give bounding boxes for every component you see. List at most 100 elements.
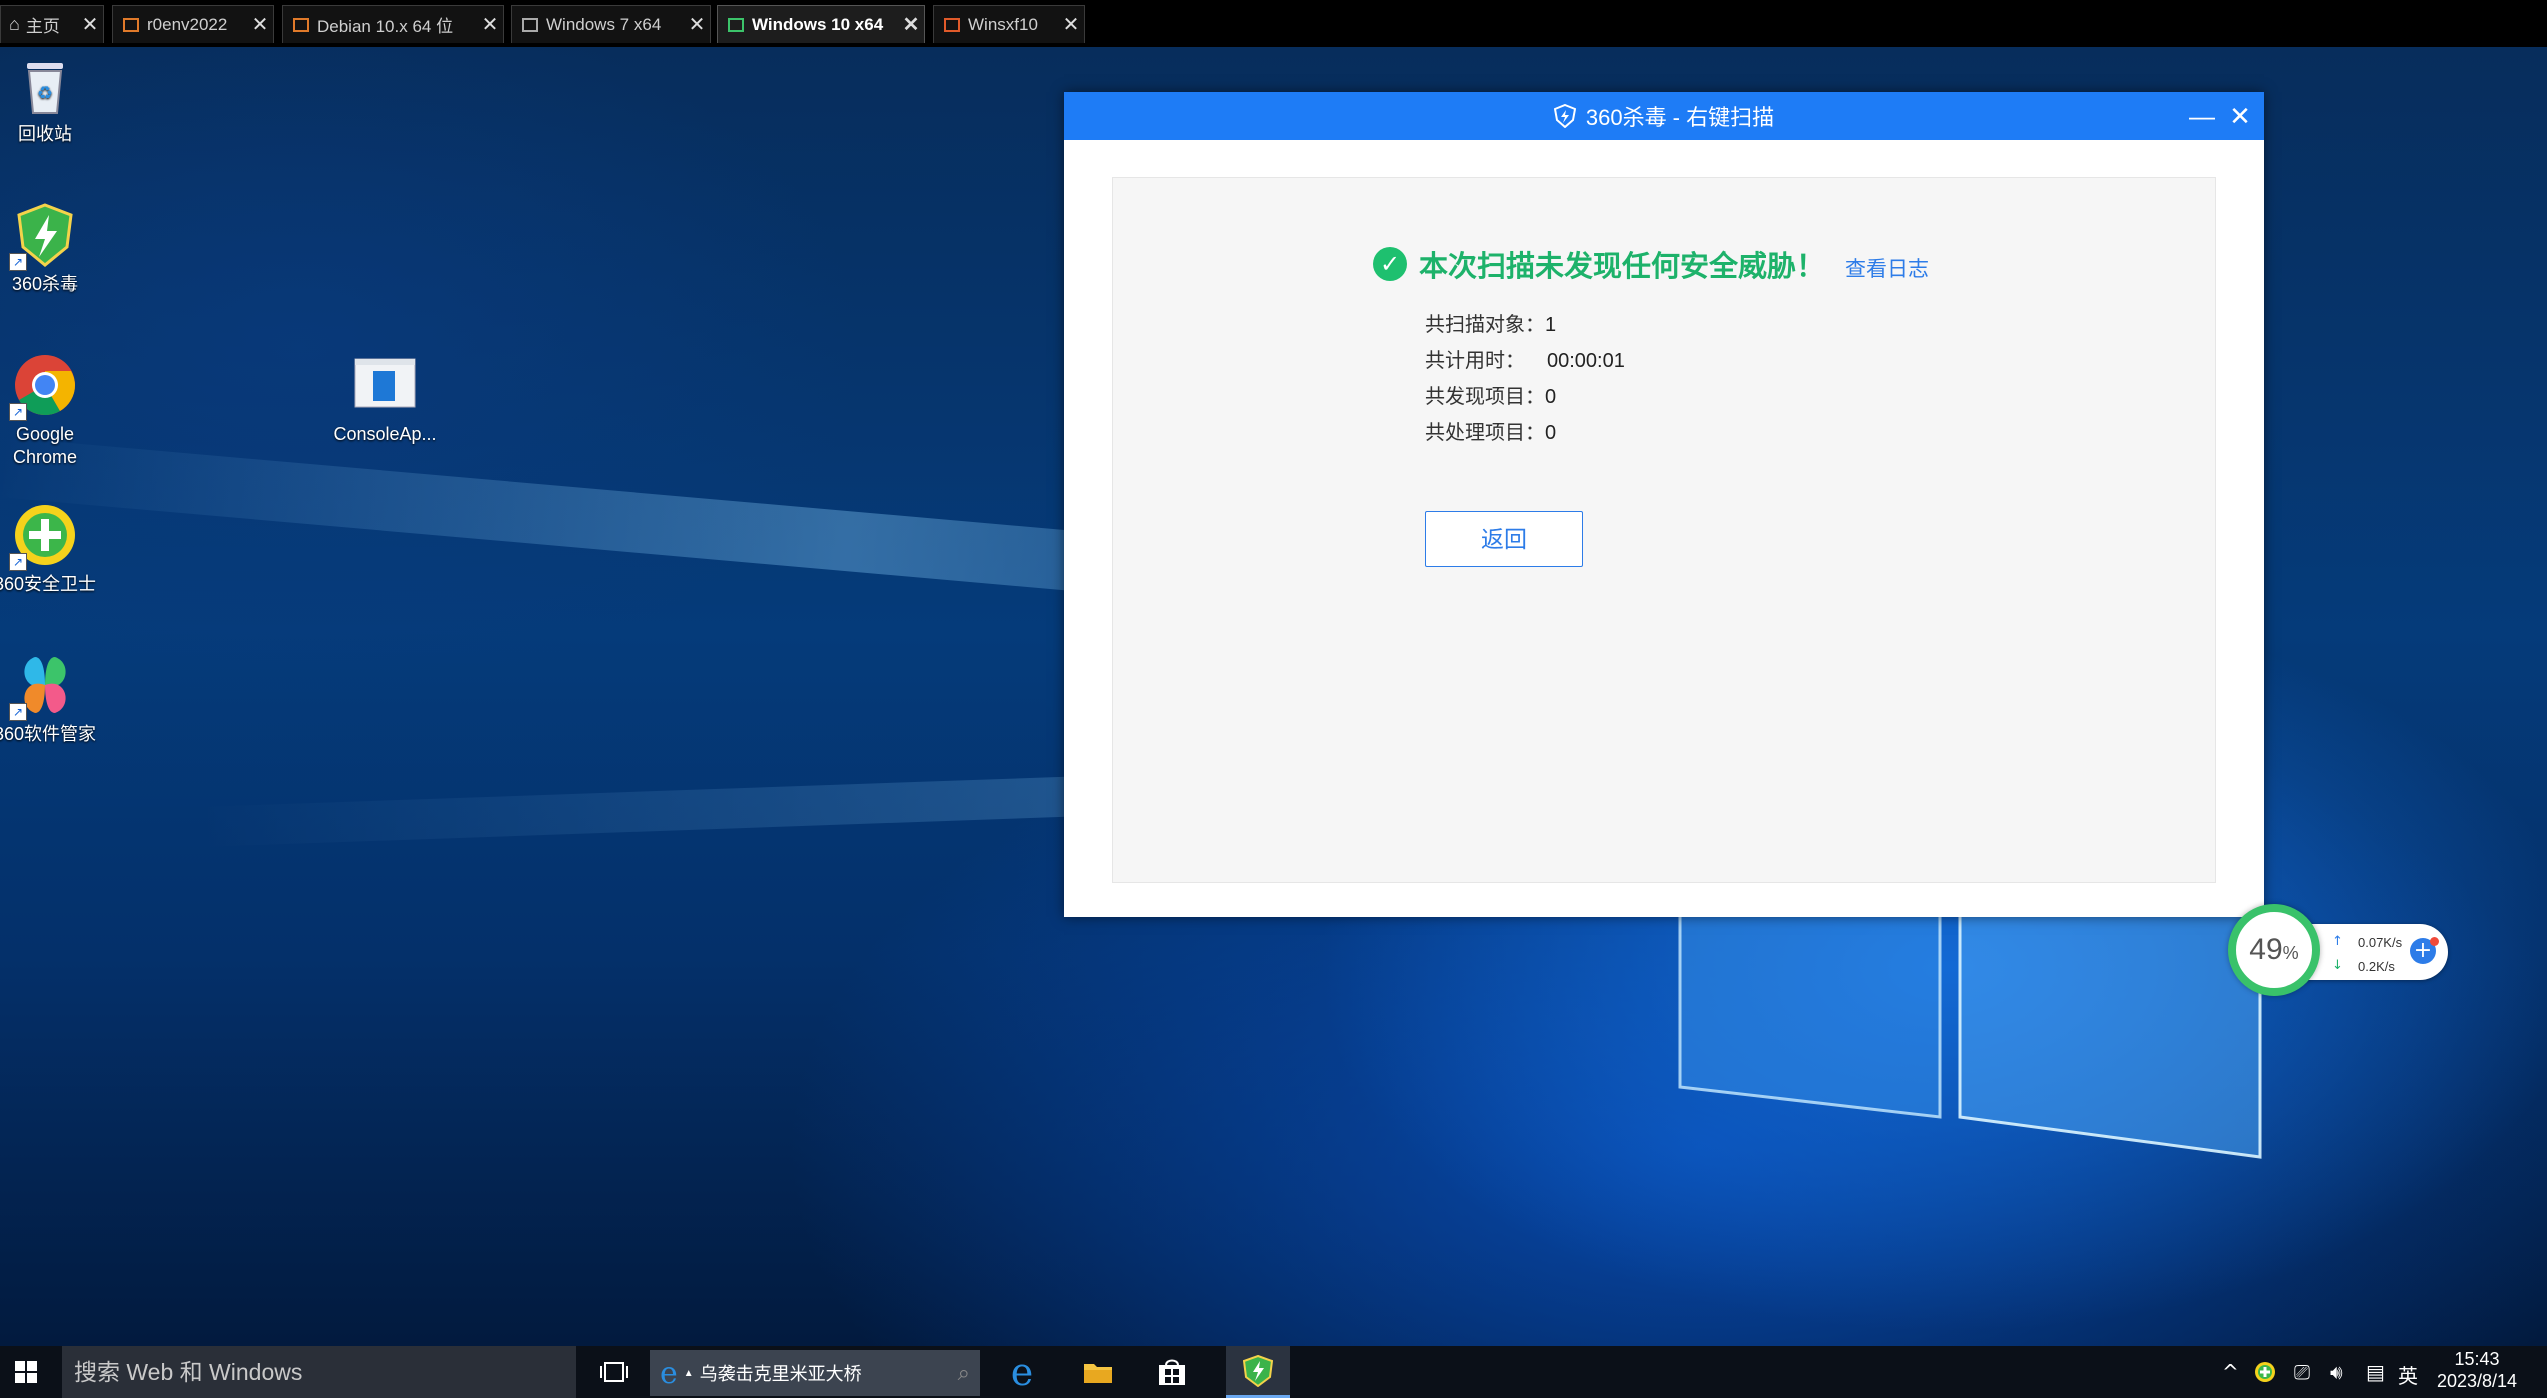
desktop-icon-label: 360杀毒 xyxy=(11,274,79,294)
shortcut-arrow-icon: ↗ xyxy=(9,253,27,271)
stat-value: 1 xyxy=(1545,314,1557,336)
notification-icon[interactable]: ▤ xyxy=(2366,1360,2385,1384)
chrome-icon: ↗ xyxy=(9,353,77,421)
tab-close-icon[interactable]: ✕ xyxy=(1058,12,1084,37)
vm-icon xyxy=(293,17,309,32)
search-box[interactable]: 搜索 Web 和 Windows xyxy=(62,1346,576,1398)
stat-label: 共计用时： xyxy=(1425,350,1525,372)
desktop-background: ♻ 回收站 ↗ 360杀毒 ↗ Google Chrome ↗ 360安全卫士 … xyxy=(0,47,2547,1346)
taskbar-app-edge[interactable]: e xyxy=(1002,1346,1042,1398)
tab-close-icon[interactable]: ✕ xyxy=(477,12,503,37)
taskbar-app-360-antivirus[interactable] xyxy=(1226,1346,1290,1398)
tab-close-icon[interactable]: ✕ xyxy=(247,12,273,37)
console-app-icon xyxy=(353,353,417,417)
360-safe-icon: ↗ xyxy=(9,503,77,571)
desktop-icon-label: ConsoleAp... xyxy=(333,424,437,444)
store-icon xyxy=(1159,1359,1185,1385)
audio-indicator-icon: ▲ xyxy=(683,1367,694,1379)
percent-unit: % xyxy=(2282,943,2299,963)
stat-value: 00:00:01 xyxy=(1547,350,1625,372)
download-speed: 0.2K/s xyxy=(2358,959,2395,974)
recycle-bin-icon: ♻ xyxy=(13,53,77,117)
upload-speed: 0.07K/s xyxy=(2358,935,2403,950)
back-button[interactable]: 返回 xyxy=(1425,511,1583,567)
tab-close-icon[interactable]: ✕ xyxy=(77,12,103,37)
desktop-icon-label: 360安全卫士 xyxy=(0,574,97,594)
stat-value: 0 xyxy=(1545,422,1557,444)
tab-label: 主页 xyxy=(25,17,60,36)
network-speed-widget[interactable]: 49% ↑ 0.07K/s ↓ 0.2K/s + xyxy=(2228,902,2448,1002)
tray-overflow-chevron-icon[interactable]: ^ xyxy=(2222,1360,2239,1384)
scan-result-header: ✓ 本次扫描未发现任何安全威胁！ 查看日志 xyxy=(1373,243,1929,285)
clock-date: 2023/8/14 xyxy=(2436,1371,2518,1391)
clock-time: 15:43 xyxy=(2454,1349,2500,1369)
task-view-button[interactable] xyxy=(594,1346,634,1398)
taskbar: 搜索 Web 和 Windows e ▲ 乌袭击克里米亚大桥 ⌕ e ^ ⎚ 🔊… xyxy=(0,1346,2547,1398)
stat-label: 共处理项目： xyxy=(1425,422,1545,444)
clock[interactable]: 15:43 2023/8/14 xyxy=(2422,1348,2532,1392)
memory-percent: 49 xyxy=(2249,933,2283,966)
shortcut-arrow-icon: ↗ xyxy=(9,403,27,421)
tab-label: Debian 10.x 64 位 xyxy=(317,17,454,36)
desktop-icon-console-app[interactable]: ConsoleAp... xyxy=(330,353,440,446)
tab-windows10[interactable]: Windows 10 x64 ✕ xyxy=(717,5,925,43)
tab-label: Winsxf10 xyxy=(968,14,1038,34)
volume-icon[interactable]: 🔊︎ xyxy=(2330,1360,2343,1384)
edge-icon: e xyxy=(1010,1350,1034,1394)
shield-icon xyxy=(1553,104,1576,128)
stat-time-used: 共计用时： 00:00:01 xyxy=(1425,344,1625,373)
scan-result-panel: ✓ 本次扫描未发现任何安全威胁！ 查看日志 共扫描对象：1 共计用时： 00:00… xyxy=(1112,177,2216,883)
desktop-icon-360-antivirus[interactable]: ↗ 360杀毒 xyxy=(0,203,100,296)
tab-label: Windows 7 x64 xyxy=(546,14,662,34)
tab-close-icon[interactable]: ✕ xyxy=(684,12,710,37)
notification-dot xyxy=(2430,937,2439,946)
windows-logo-icon xyxy=(15,1361,37,1383)
shortcut-arrow-icon: ↗ xyxy=(9,703,27,721)
desktop-icon-recycle-bin[interactable]: ♻ 回收站 xyxy=(0,53,100,146)
ime-indicator[interactable]: 英 xyxy=(2398,1360,2418,1389)
taskbar-app-ie[interactable]: e ▲ 乌袭击克里米亚大桥 ⌕ xyxy=(650,1350,980,1396)
shortcut-arrow-icon: ↗ xyxy=(9,553,27,571)
stat-handled-items: 共处理项目：0 xyxy=(1425,416,1556,445)
vm-icon xyxy=(522,17,538,32)
search-icon: ⌕ xyxy=(957,1360,970,1385)
vm-running-icon xyxy=(728,17,744,32)
home-icon: ⌂ xyxy=(9,14,20,34)
window-title: 360杀毒 - 右键扫描 xyxy=(1585,105,1775,130)
desktop-icon-chrome[interactable]: ↗ Google Chrome xyxy=(0,353,100,469)
vm-icon xyxy=(944,17,960,32)
desktop-icon-360-safe[interactable]: ↗ 360安全卫士 xyxy=(0,503,100,596)
desktop-icon-360-software-manager[interactable]: ↗ 360软件管家 xyxy=(0,653,100,746)
success-check-icon: ✓ xyxy=(1373,247,1407,281)
vm-tab-bar: ⌂ 主页 ✕ r0env2022 ✕ Debian 10.x 64 位 ✕ Wi… xyxy=(0,0,2547,47)
ie-icon: e xyxy=(660,1355,678,1391)
tab-home[interactable]: ⌂ 主页 ✕ xyxy=(0,5,104,43)
tab-close-icon[interactable]: ✕ xyxy=(898,12,924,37)
close-button[interactable]: ✕ xyxy=(2222,98,2258,134)
tab-label: r0env2022 xyxy=(147,14,228,34)
vm-icon xyxy=(123,17,139,32)
tab-debian[interactable]: Debian 10.x 64 位 ✕ xyxy=(282,5,504,43)
tab-windows7[interactable]: Windows 7 x64 ✕ xyxy=(511,5,711,43)
network-icon[interactable]: ⎚ xyxy=(2294,1360,2310,1384)
antivirus-window: 360杀毒 - 右键扫描 — ✕ ✓ 本次扫描未发现任何安全威胁！ 查看日志 共… xyxy=(1064,92,2264,917)
tab-winsxf10[interactable]: Winsxf10 ✕ xyxy=(933,5,1085,43)
taskbar-app-explorer[interactable] xyxy=(1078,1346,1118,1398)
360-antivirus-icon xyxy=(1243,1354,1273,1387)
stat-label: 共扫描对象： xyxy=(1425,314,1545,336)
tab-label: Windows 10 x64 xyxy=(752,14,884,34)
memory-usage-ring[interactable]: 49% xyxy=(2228,904,2320,996)
stat-scanned-objects: 共扫描对象：1 xyxy=(1425,308,1556,337)
desktop-icon-label: Google Chrome xyxy=(12,424,78,467)
tab-r0env2022[interactable]: r0env2022 ✕ xyxy=(112,5,274,43)
start-button[interactable] xyxy=(0,1346,52,1398)
taskbar-app-store[interactable] xyxy=(1152,1346,1192,1398)
result-message: 本次扫描未发现任何安全威胁！ xyxy=(1419,251,1826,283)
desktop-icon-label: 360软件管家 xyxy=(0,724,97,744)
minimize-button[interactable]: — xyxy=(2184,98,2220,134)
tray-360-safe-icon[interactable] xyxy=(2254,1361,2276,1388)
window-titlebar[interactable]: 360杀毒 - 右键扫描 — ✕ xyxy=(1064,92,2264,140)
stat-label: 共发现项目： xyxy=(1425,386,1545,408)
view-log-link[interactable]: 查看日志 xyxy=(1845,253,1929,283)
stat-value: 0 xyxy=(1545,386,1557,408)
